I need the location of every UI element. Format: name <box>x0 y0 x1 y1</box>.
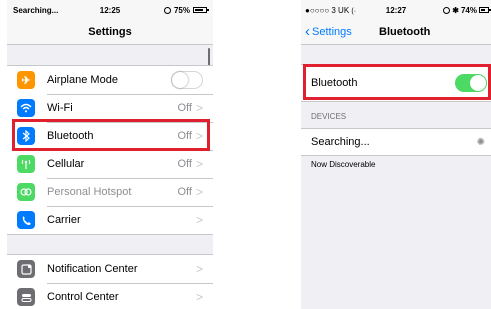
spinner-icon: ✺ <box>476 136 485 148</box>
control-center-icon <box>17 288 35 306</box>
settings-screen: Searching... 12:25 75% Settings ✈ Airpla… <box>7 0 213 309</box>
row-label: Airplane Mode <box>47 74 118 86</box>
settings-row-personal-hotspot[interactable]: Personal Hotspot Off > <box>7 178 213 206</box>
wifi-icon <box>17 99 35 117</box>
devices-header: DEVICES <box>311 112 347 121</box>
settings-row-notification-center[interactable]: Notification Center > <box>7 255 213 283</box>
battery-icon <box>479 7 491 13</box>
battery-percent: 75% <box>173 5 190 15</box>
bluetooth-screen: ●○○○○ 3 UK (· 12:27 ✱ 74% ‹ Settings Blu… <box>301 0 491 309</box>
chevron-right-icon: > <box>195 290 203 304</box>
battery-icon <box>193 7 209 13</box>
row-value: Off <box>177 186 192 198</box>
row-label: Carrier <box>47 214 81 226</box>
battery-percent: 74% <box>460 5 477 15</box>
discoverable-status: Now Discoverable <box>311 160 376 169</box>
hotspot-icon <box>17 183 35 201</box>
row-label: Personal Hotspot <box>47 186 132 198</box>
alarm-icon <box>163 6 171 14</box>
airplane-icon: ✈ <box>17 71 35 89</box>
status-bar: Searching... 12:25 75% <box>7 0 213 20</box>
bluetooth-toggle-highlight-box <box>303 64 491 100</box>
chevron-left-icon: ‹ <box>305 23 310 40</box>
bluetooth-status-icon: ✱ <box>452 5 459 15</box>
settings-group-system: Notification Center > Control Center > <box>7 254 213 309</box>
back-label: Settings <box>312 26 352 38</box>
row-label: Notification Center <box>47 263 138 275</box>
bluetooth-highlight-box <box>12 119 210 151</box>
searching-label: Searching... <box>311 136 370 148</box>
row-label: Control Center <box>47 291 119 303</box>
row-value: Off <box>177 102 192 114</box>
settings-row-airplane-mode[interactable]: ✈ Airplane Mode <box>7 66 213 94</box>
chevron-right-icon: > <box>195 185 203 199</box>
alarm-icon <box>443 6 451 14</box>
settings-row-cellular[interactable]: Cellular Off > <box>7 150 213 178</box>
settings-row-wifi[interactable]: Wi-Fi Off > <box>7 94 213 122</box>
page-title: Bluetooth <box>379 26 431 38</box>
carrier-icon <box>17 211 35 229</box>
chevron-right-icon: > <box>195 262 203 276</box>
settings-row-carrier[interactable]: Carrier > <box>7 206 213 234</box>
battery-status: ✱ 74% <box>443 5 491 15</box>
row-value: Off <box>177 158 192 170</box>
row-label: Cellular <box>47 158 85 170</box>
battery-status: 75% <box>163 5 209 15</box>
cellular-icon <box>17 155 35 173</box>
settings-row-control-center[interactable]: Control Center > <box>7 283 213 309</box>
device-search-row: Searching... ✺ <box>301 128 491 156</box>
back-button[interactable]: ‹ Settings <box>305 23 352 40</box>
row-label: Wi-Fi <box>47 102 73 114</box>
chevron-right-icon: > <box>195 101 203 115</box>
notification-center-icon <box>17 260 35 278</box>
airplane-mode-toggle[interactable] <box>171 71 203 89</box>
status-bar: ●○○○○ 3 UK (· 12:27 ✱ 74% <box>301 0 491 20</box>
chevron-right-icon: > <box>195 157 203 171</box>
chevron-right-icon: > <box>195 213 203 227</box>
navigation-bar: ‹ Settings Bluetooth <box>301 20 491 45</box>
page-title: Settings <box>88 26 132 38</box>
navigation-bar: Settings <box>7 20 213 45</box>
